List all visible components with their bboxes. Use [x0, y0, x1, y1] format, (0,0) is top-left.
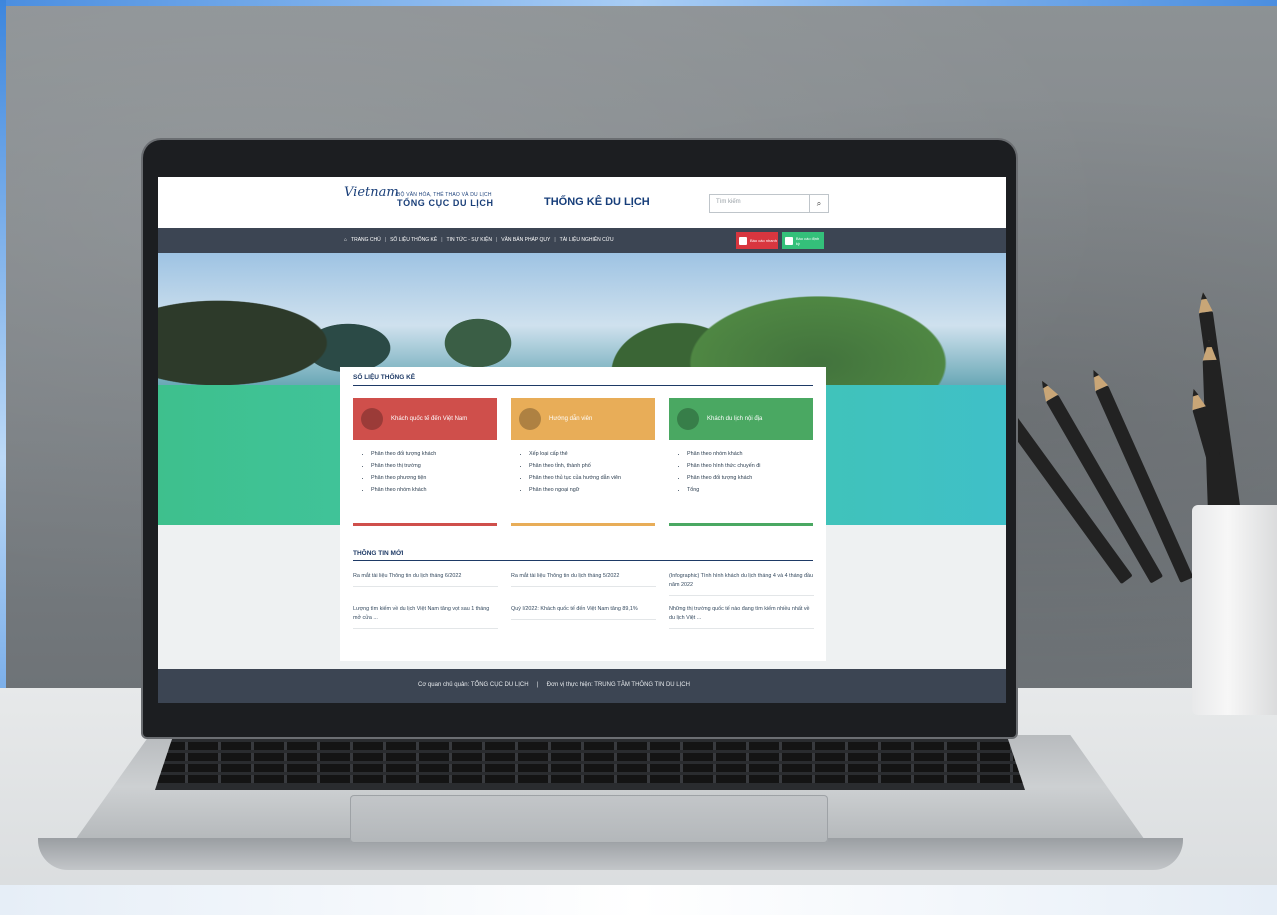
- laptop-screen: Vietnam BỘ VĂN HÓA, THỂ THAO VÀ DU LỊCH …: [158, 177, 1006, 703]
- search-input[interactable]: Tìm kiếm ⌕: [709, 194, 829, 213]
- laptop-keyboard: [155, 738, 1025, 790]
- card-international-visitors: Khách quốc tế đến Việt Nam Phân theo đối…: [353, 398, 497, 526]
- news-item[interactable]: Những thị trường quốc tế nào đang tìm ki…: [669, 605, 814, 629]
- card-link-list: Xếp loại cấp thẻ Phân theo tỉnh, thành p…: [511, 448, 655, 496]
- nav-item-home[interactable]: TRANG CHỦ: [351, 237, 381, 243]
- card-link[interactable]: Phân theo tỉnh, thành phố: [529, 460, 655, 472]
- traveler-icon: [677, 408, 699, 430]
- news-item[interactable]: Ra mắt tài liệu Thông tin du lịch tháng …: [511, 572, 656, 587]
- card-title: Khách du lịch nội địa: [707, 416, 763, 422]
- main-nav: ⌂ TRANG CHỦ | SỐ LIỆU THỐNG KÊ | TIN TỨC…: [158, 228, 1006, 253]
- nav-item-news[interactable]: TIN TỨC - SỰ KIỆN: [447, 237, 492, 243]
- card-accent-bar: [353, 523, 497, 526]
- frame-edge-top: [0, 0, 1277, 6]
- card-link[interactable]: Phân theo nhóm khách: [371, 484, 497, 496]
- card-domestic-visitors: Khách du lịch nội địa Phân theo nhóm khá…: [669, 398, 813, 526]
- card-accent-bar: [669, 523, 813, 526]
- card-link[interactable]: Phân theo đối tượng khách: [371, 448, 497, 460]
- card-link[interactable]: Tổng: [687, 484, 813, 496]
- report-icon: [785, 236, 793, 245]
- stats-section-title: SỐ LIỆU THỐNG KÊ: [353, 374, 416, 381]
- news-item[interactable]: Quý I/2022: Khách quốc tế đến Việt Nam t…: [511, 605, 656, 620]
- card-header[interactable]: Hướng dẫn viên: [511, 398, 655, 440]
- card-tour-guides: Hướng dẫn viên Xếp loại cấp thẻ Phân the…: [511, 398, 655, 526]
- content-panel: SỐ LIỆU THỐNG KÊ Khách quốc tế đến Việt …: [340, 367, 826, 661]
- card-link[interactable]: Phân theo hình thức chuyến đi: [687, 460, 813, 472]
- quick-report-button[interactable]: Báo cáo nhanh: [736, 232, 778, 249]
- vietnam-logo[interactable]: Vietnam: [344, 185, 399, 215]
- footer-text: Cơ quan chủ quản: TỔNG CỤC DU LỊCH | Đơn…: [418, 682, 690, 688]
- card-link[interactable]: Phân theo đối tượng khách: [687, 472, 813, 484]
- quick-report-label: Báo cáo nhanh: [750, 238, 777, 243]
- periodic-report-label: Báo cáo định kỳ: [795, 235, 820, 246]
- globe-icon: [361, 408, 383, 430]
- org-title: TỔNG CỤC DU LỊCH: [397, 198, 494, 208]
- card-accent-bar: [511, 523, 655, 526]
- nav-item-research[interactable]: TÀI LIỆU NGHIÊN CỨU: [560, 237, 614, 243]
- frame-edge-bottom: [0, 885, 1277, 915]
- news-item[interactable]: Ra mắt tài liệu Thông tin du lịch tháng …: [353, 572, 498, 587]
- card-link-list: Phân theo nhóm khách Phân theo hình thức…: [669, 448, 813, 496]
- card-link[interactable]: Phân theo ngoại ngữ: [529, 484, 655, 496]
- tour-guide-icon: [519, 408, 541, 430]
- card-link[interactable]: Phân theo nhóm khách: [687, 448, 813, 460]
- hero-banner-image: [158, 253, 1006, 385]
- nav-divider: |: [384, 237, 387, 243]
- site-header: Vietnam BỘ VĂN HÓA, THỂ THAO VÀ DU LỊCH …: [158, 177, 1006, 228]
- news-item[interactable]: Lượng tìm kiếm về du lịch Việt Nam tăng …: [353, 605, 498, 629]
- site-title: THỐNG KÊ DU LỊCH: [544, 196, 650, 208]
- report-icon: [739, 236, 747, 245]
- card-link-list: Phân theo đối tượng khách Phân theo thị …: [353, 448, 497, 496]
- site-footer: Cơ quan chủ quản: TỔNG CỤC DU LỊCH | Đơn…: [158, 669, 1006, 703]
- card-link[interactable]: Phân theo thị trường: [371, 460, 497, 472]
- card-link[interactable]: Xếp loại cấp thẻ: [529, 448, 655, 460]
- nav-item-statistics[interactable]: SỐ LIỆU THỐNG KÊ: [390, 237, 437, 243]
- logo-text: Vietnam: [344, 185, 399, 200]
- org-name: BỘ VĂN HÓA, THỂ THAO VÀ DU LỊCH TỔNG CỤC…: [397, 192, 494, 208]
- home-icon: ⌂: [344, 237, 348, 243]
- card-link[interactable]: Phân theo thủ tục của hướng dẫn viên: [529, 472, 655, 484]
- search-placeholder: Tìm kiếm: [716, 199, 741, 205]
- search-icon: ⌕: [816, 199, 822, 208]
- card-header[interactable]: Khách quốc tế đến Việt Nam: [353, 398, 497, 440]
- card-title: Hướng dẫn viên: [549, 416, 593, 422]
- nav-divider: |: [441, 237, 443, 243]
- search-button[interactable]: ⌕: [809, 195, 828, 212]
- section-divider: [353, 560, 813, 561]
- section-divider: [353, 385, 813, 386]
- news-section-title: THÔNG TIN MỚI: [353, 550, 404, 557]
- nav-divider: |: [554, 237, 556, 243]
- pencil-cup: [1192, 505, 1277, 715]
- card-header[interactable]: Khách du lịch nội địa: [669, 398, 813, 440]
- card-title: Khách quốc tế đến Việt Nam: [391, 416, 468, 422]
- nav-item-legal[interactable]: VĂN BẢN PHÁP QUY: [501, 237, 550, 243]
- nav-divider: |: [495, 237, 498, 243]
- periodic-report-button[interactable]: Báo cáo định kỳ: [782, 232, 824, 249]
- card-link[interactable]: Phân theo phương tiện: [371, 472, 497, 484]
- news-item[interactable]: (Infographic) Tình hình khách du lịch th…: [669, 572, 814, 596]
- laptop-touchpad: [350, 795, 828, 843]
